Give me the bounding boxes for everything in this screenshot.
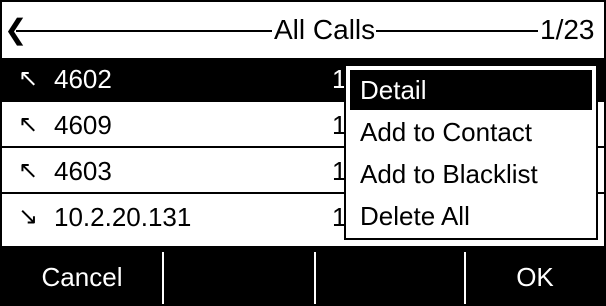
incoming-call-icon: ↖ bbox=[18, 110, 39, 138]
call-number: 4603 bbox=[54, 156, 112, 186]
incoming-call-icon: ↖ bbox=[18, 64, 39, 92]
page-title: All Calls bbox=[274, 14, 376, 45]
cancel-button[interactable]: Cancel bbox=[2, 250, 162, 304]
call-number: 10.2.20.131 bbox=[54, 202, 192, 232]
call-number: 4609 bbox=[54, 110, 112, 140]
call-number: 4602 bbox=[54, 64, 112, 94]
menu-item-add-to-contact[interactable]: Add to Contact bbox=[350, 112, 592, 152]
softkey-3[interactable] bbox=[316, 250, 464, 304]
softkey-bar: Cancel OK bbox=[2, 246, 604, 304]
menu-item-detail[interactable]: Detail bbox=[350, 70, 592, 110]
title-rule-left bbox=[16, 30, 272, 32]
softkey-2[interactable] bbox=[164, 250, 314, 304]
phone-screen: ❮ All Calls 1/23 ↖ 4602 1 ↖ 4609 1 ↖ 460… bbox=[0, 0, 606, 306]
incoming-call-icon: ↖ bbox=[18, 156, 39, 184]
title-rule-right bbox=[376, 30, 538, 32]
ok-button[interactable]: OK bbox=[466, 250, 604, 304]
outgoing-call-icon: ↘ bbox=[18, 202, 39, 230]
title-bar: ❮ All Calls 1/23 bbox=[2, 2, 604, 58]
page-counter: 1/23 bbox=[540, 14, 595, 45]
menu-item-add-to-blacklist[interactable]: Add to Blacklist bbox=[350, 154, 592, 194]
menu-item-delete-all[interactable]: Delete All bbox=[350, 196, 592, 236]
options-popup-menu: Detail Add to Contact Add to Blacklist D… bbox=[344, 64, 598, 240]
